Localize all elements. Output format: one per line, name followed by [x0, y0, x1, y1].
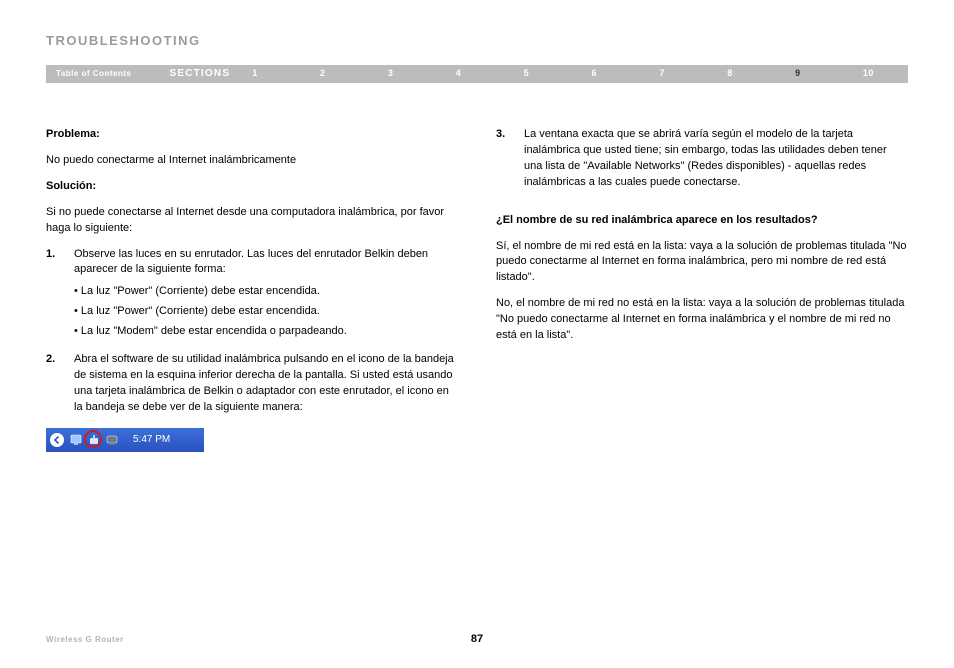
bullet-3: La luz "Modem" debe estar encendida o pa… [74, 324, 458, 340]
tray-clock: 5:47 PM [133, 433, 170, 448]
nav-bar: Table of Contents SECTIONS 1 2 3 4 5 6 7… [46, 65, 908, 83]
step-2-text: Abra el software de su utilidad inalámbr… [74, 353, 454, 413]
tray-highlight-circle [84, 430, 102, 448]
step-3: 3. La ventana exacta que se abrirá varía… [496, 127, 908, 191]
answer-no: No, el nombre de mi red no está en la li… [496, 296, 908, 344]
page: TROUBLESHOOTING Table of Contents SECTIO… [0, 0, 954, 452]
nav-sections-label: SECTIONS [141, 67, 252, 82]
nav-section-4[interactable]: 4 [456, 67, 462, 80]
solucion-label: Solución: [46, 179, 458, 195]
step-2: Abra el software de su utilidad inalámbr… [46, 352, 458, 416]
nav-section-1[interactable]: 1 [252, 67, 258, 80]
nav-section-9[interactable]: 9 [795, 67, 801, 80]
nav-toc-link[interactable]: Table of Contents [46, 68, 141, 80]
bullet-1: La luz "Power" (Corriente) debe estar en… [74, 284, 458, 300]
step-3-number: 3. [496, 127, 505, 143]
step-3-text: La ventana exacta que se abrirá varía se… [524, 128, 887, 188]
nav-numbers: 1 2 3 4 5 6 7 8 9 10 [252, 67, 908, 80]
answer-yes: Sí, el nombre de mi red está en la lista… [496, 239, 908, 287]
monitor-icon [105, 433, 119, 447]
solution-steps: Observe las luces en su enrutador. Las l… [46, 247, 458, 416]
step-1-bullets: La luz "Power" (Corriente) debe estar en… [74, 284, 458, 340]
nav-section-7[interactable]: 7 [659, 67, 665, 80]
step-1-text: Observe las luces en su enrutador. Las l… [74, 248, 428, 276]
question-heading: ¿El nombre de su red inalámbrica aparece… [496, 213, 908, 229]
nav-section-2[interactable]: 2 [320, 67, 326, 80]
page-number: 87 [0, 632, 954, 648]
solucion-intro: Si no puede conectarse al Internet desde… [46, 205, 458, 237]
network-icon [69, 433, 83, 447]
nav-section-5[interactable]: 5 [524, 67, 530, 80]
left-column: Problema: No puedo conectarme al Interne… [46, 127, 458, 452]
system-tray-image: 5:47 PM [46, 428, 204, 452]
nav-section-6[interactable]: 6 [591, 67, 597, 80]
nav-section-3[interactable]: 3 [388, 67, 394, 80]
section-heading: TROUBLESHOOTING [46, 32, 908, 51]
content-columns: Problema: No puedo conectarme al Interne… [46, 127, 908, 452]
nav-section-8[interactable]: 8 [727, 67, 733, 80]
bullet-2: La luz "Power" (Corriente) debe estar en… [74, 304, 458, 320]
problema-label: Problema: [46, 127, 458, 143]
tray-expand-icon [50, 433, 64, 447]
step-1: Observe las luces en su enrutador. Las l… [46, 247, 458, 341]
right-column: 3. La ventana exacta que se abrirá varía… [496, 127, 908, 452]
problema-text: No puedo conectarme al Internet inalámbr… [46, 153, 458, 169]
nav-section-10[interactable]: 10 [863, 67, 874, 80]
